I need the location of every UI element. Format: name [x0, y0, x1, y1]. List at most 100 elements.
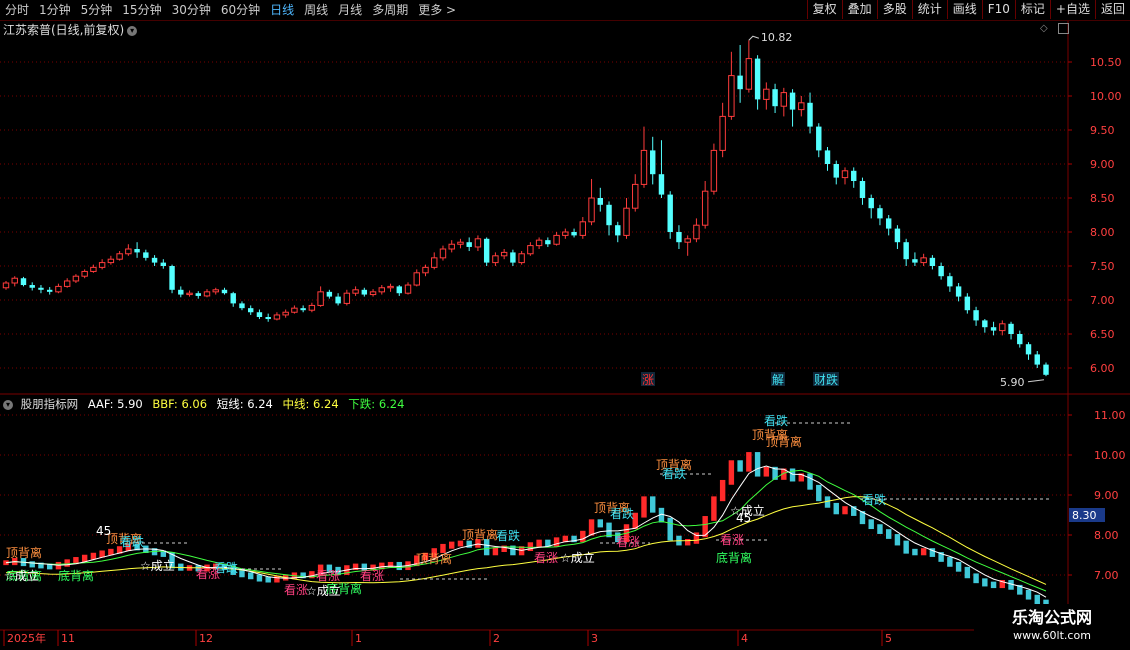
- candle: [894, 225, 901, 249]
- period-tab[interactable]: 60分钟: [216, 0, 265, 20]
- x-tick-label: 4: [741, 632, 748, 645]
- candle-body: [221, 289, 228, 294]
- period-tab[interactable]: 15分钟: [117, 0, 166, 20]
- period-tab[interactable]: 30分钟: [167, 0, 216, 20]
- toolbar-button[interactable]: 画线: [946, 0, 982, 19]
- candle-body: [1043, 364, 1049, 375]
- candle-body: [448, 243, 455, 250]
- watermark-url: www.60lt.com: [1013, 629, 1091, 642]
- indicator-block: [728, 460, 735, 485]
- candle-body: [903, 242, 909, 260]
- candle: [335, 293, 341, 306]
- candle: [448, 240, 455, 253]
- candle: [903, 238, 909, 266]
- candle: [1043, 362, 1049, 377]
- price-candles[interactable]: 10.82 5.90 涨 解 财跌: [2, 31, 1049, 389]
- price-tick-label: 7.50: [1090, 260, 1115, 273]
- candle-body: [178, 289, 184, 295]
- candle: [701, 181, 709, 229]
- period-tab[interactable]: 5分钟: [76, 0, 118, 20]
- toolbar-button[interactable]: +自选: [1049, 0, 1095, 19]
- candle: [431, 252, 438, 270]
- candle-body: [404, 284, 412, 294]
- candle-body: [990, 327, 997, 331]
- period-tab[interactable]: 更多 >: [413, 0, 461, 20]
- period-tab[interactable]: 分时: [0, 0, 34, 20]
- candle-body: [413, 272, 420, 286]
- indicator-block: [667, 517, 673, 541]
- signal-annotation: 看跌: [764, 413, 788, 428]
- candle: [273, 312, 281, 321]
- period-tab[interactable]: 1分钟: [34, 0, 76, 20]
- candle: [483, 237, 490, 266]
- candle-body: [1008, 323, 1014, 334]
- price-tick-label: 8.50: [1090, 192, 1115, 205]
- price-tick-label: 10.50: [1090, 56, 1122, 69]
- candle-body: [98, 262, 106, 268]
- candle: [1017, 330, 1023, 348]
- toolbar-button[interactable]: 返回: [1094, 0, 1130, 19]
- candle: [615, 221, 621, 243]
- candle: [920, 253, 927, 266]
- candle: [282, 309, 289, 318]
- toolbar-button[interactable]: 统计: [911, 0, 947, 19]
- signal-annotation: 底背离: [58, 568, 94, 583]
- candle-body: [912, 259, 918, 263]
- indicator-plot[interactable]: 顶背离顶背离 顶背离顶背离顶背离顶背离顶背离顶背离底背离 底背离底背离底背离看跌看跌…: [3, 413, 1050, 610]
- candle: [221, 287, 228, 295]
- high-marker: [748, 35, 760, 41]
- candle: [807, 92, 813, 134]
- candle-body: [754, 58, 761, 100]
- candle-body: [719, 115, 726, 151]
- watermark: 乐淘公式网 www.60lt.com: [974, 604, 1130, 650]
- candle-body: [816, 126, 822, 151]
- candle-body: [964, 296, 971, 311]
- candle-body: [597, 198, 603, 205]
- candle: [851, 167, 857, 188]
- candle-body: [474, 238, 482, 248]
- signal-annotation: 看跌: [862, 492, 886, 507]
- candle: [938, 262, 944, 280]
- indicator-block: [719, 479, 726, 502]
- period-tab[interactable]: 月线: [333, 0, 367, 20]
- candle-body: [518, 253, 525, 264]
- candle-body: [772, 89, 778, 107]
- toolbar-button[interactable]: 叠加: [841, 0, 877, 19]
- candle: [518, 251, 525, 265]
- candle-body: [676, 232, 682, 243]
- period-tab[interactable]: 多周期: [367, 0, 413, 20]
- candle: [116, 251, 123, 261]
- indicator-menu-icon[interactable]: ▾: [3, 399, 13, 410]
- candle: [212, 287, 219, 295]
- candle: [203, 289, 211, 298]
- candle-body: [63, 280, 71, 287]
- maximize-icon[interactable]: [1058, 23, 1069, 34]
- toolbar-button[interactable]: 多股: [876, 0, 912, 19]
- period-tab[interactable]: 周线: [299, 0, 333, 20]
- candle: [527, 242, 534, 256]
- last-marker: [1027, 379, 1045, 383]
- candle: [361, 287, 368, 297]
- signal-annotation: 顶背离: [462, 527, 498, 542]
- toolbar-button[interactable]: F10: [981, 0, 1015, 19]
- candle-body: [326, 291, 333, 297]
- signal-annotation: 看涨: [284, 582, 308, 597]
- candle: [125, 244, 132, 256]
- candle-body: [579, 221, 587, 236]
- candle-body: [90, 266, 97, 272]
- candle-body: [851, 170, 857, 181]
- dropdown-circle-icon[interactable]: ▾: [127, 25, 138, 36]
- toolbar-button[interactable]: 复权: [806, 0, 842, 19]
- candle: [588, 178, 595, 226]
- candle-body: [955, 286, 962, 297]
- candle: [885, 215, 892, 236]
- candle: [46, 287, 53, 295]
- event-label: 解: [772, 373, 784, 387]
- period-tab[interactable]: 日线: [265, 0, 299, 20]
- candle-body: [807, 102, 813, 127]
- toolbar-button[interactable]: 标记: [1014, 0, 1050, 19]
- candle: [640, 126, 648, 188]
- candle: [571, 228, 577, 238]
- candle-body: [859, 181, 866, 198]
- diamond-icon[interactable]: ◇: [1040, 23, 1048, 34]
